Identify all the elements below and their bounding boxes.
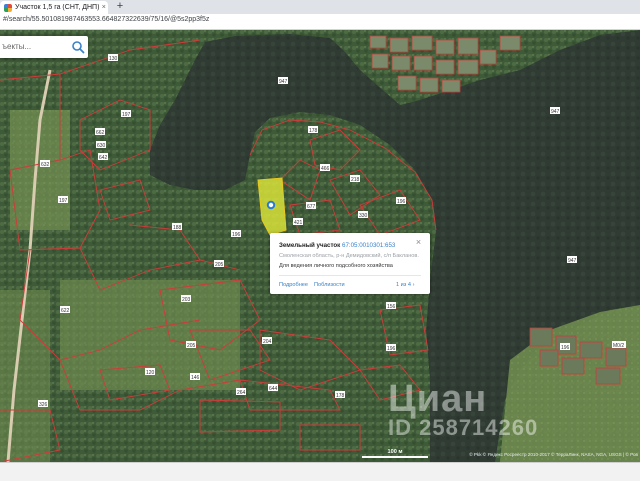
scale-line bbox=[362, 456, 428, 458]
svg-text:205: 205 bbox=[187, 343, 196, 349]
map-search-input[interactable] bbox=[0, 40, 68, 53]
svg-text:178: 178 bbox=[309, 128, 318, 134]
svg-text:644: 644 bbox=[269, 386, 278, 392]
svg-text:630: 630 bbox=[97, 143, 106, 149]
svg-text:632: 632 bbox=[41, 162, 50, 168]
svg-text:622: 622 bbox=[61, 308, 70, 314]
parcel-address: Смоленская область, р-н Демидовский, с/п… bbox=[279, 253, 419, 259]
browser-tab[interactable]: Участок 1,5 га (СНТ, ДНП) на п × bbox=[0, 1, 108, 14]
browser-tab-title: Участок 1,5 га (СНТ, ДНП) на п bbox=[15, 4, 100, 11]
search-icon[interactable] bbox=[70, 39, 86, 55]
svg-text:196: 196 bbox=[232, 232, 241, 238]
popup-pager-label: 1 из 4 bbox=[396, 282, 412, 288]
cian-favicon-icon bbox=[4, 3, 12, 12]
svg-text:146: 146 bbox=[191, 375, 200, 381]
svg-text:662: 662 bbox=[96, 130, 105, 136]
popup-pager[interactable]: 1 из 4 › bbox=[396, 282, 414, 288]
svg-text:197: 197 bbox=[122, 112, 131, 118]
svg-text:120: 120 bbox=[146, 370, 155, 376]
svg-text:326: 326 bbox=[39, 402, 48, 408]
svg-text:130: 130 bbox=[109, 56, 118, 62]
svg-text:330: 330 bbox=[359, 213, 368, 219]
svg-text:196: 196 bbox=[397, 199, 406, 205]
scale-label: 100 м bbox=[387, 449, 403, 455]
svg-text:196: 196 bbox=[561, 345, 570, 351]
svg-text:203: 203 bbox=[182, 297, 191, 303]
popup-divider bbox=[279, 275, 421, 276]
svg-text:197: 197 bbox=[59, 198, 68, 204]
svg-text:466: 466 bbox=[321, 166, 330, 172]
svg-text:196: 196 bbox=[387, 346, 396, 352]
svg-text:156: 156 bbox=[387, 304, 396, 310]
nearby-link[interactable]: Поблизости bbox=[314, 282, 345, 288]
map-attribution: © Pkk © Яндекс Росреестр 2010-2017 © Тер… bbox=[469, 452, 638, 457]
popup-title: Земельный участок 67:05:0010301:653 bbox=[279, 242, 395, 249]
address-bar-url[interactable]: #/search/55.501081987463553.664827322639… bbox=[3, 16, 209, 23]
svg-text:218: 218 bbox=[351, 177, 360, 183]
svg-text:677: 677 bbox=[307, 204, 316, 210]
svg-text:421: 421 bbox=[294, 220, 303, 226]
svg-text:642: 642 bbox=[99, 155, 108, 161]
svg-text:188: 188 bbox=[173, 225, 182, 231]
svg-text:178: 178 bbox=[336, 393, 345, 399]
parcel-permitted-use: Для ведения личного подсобного хозяйства bbox=[279, 263, 393, 269]
browser-tab-bar: Участок 1,5 га (СНТ, ДНП) на п × + bbox=[0, 0, 640, 14]
address-bar[interactable]: #/search/55.501081987463553.664827322639… bbox=[0, 14, 640, 30]
details-link[interactable]: Подробнее bbox=[279, 282, 308, 288]
map-search-box bbox=[0, 36, 88, 58]
close-icon[interactable]: × bbox=[414, 238, 423, 247]
new-tab-button[interactable]: + bbox=[114, 0, 126, 13]
map-scale-bar: 100 м bbox=[362, 449, 428, 459]
svg-text:M0/2: M0/2 bbox=[613, 343, 624, 349]
close-tab-icon[interactable]: × bbox=[100, 4, 108, 11]
svg-text:204: 204 bbox=[263, 339, 272, 345]
svg-text:205: 205 bbox=[215, 262, 224, 268]
svg-text:947: 947 bbox=[568, 258, 577, 264]
svg-text:947: 947 bbox=[279, 79, 288, 85]
svg-text:264: 264 bbox=[237, 390, 246, 396]
chevron-right-icon[interactable]: › bbox=[413, 282, 415, 288]
svg-text:947: 947 bbox=[551, 109, 560, 115]
bottom-bar bbox=[0, 462, 640, 481]
parcel-info-popup: Земельный участок 67:05:0010301:653 × См… bbox=[270, 233, 430, 294]
cadastral-number-link[interactable]: 67:05:0010301:653 bbox=[342, 242, 395, 249]
parcel-type: Земельный участок bbox=[279, 242, 341, 249]
cadastral-map[interactable]: 130 947 197 662 630 642 632 197 188 196 … bbox=[0, 30, 640, 462]
